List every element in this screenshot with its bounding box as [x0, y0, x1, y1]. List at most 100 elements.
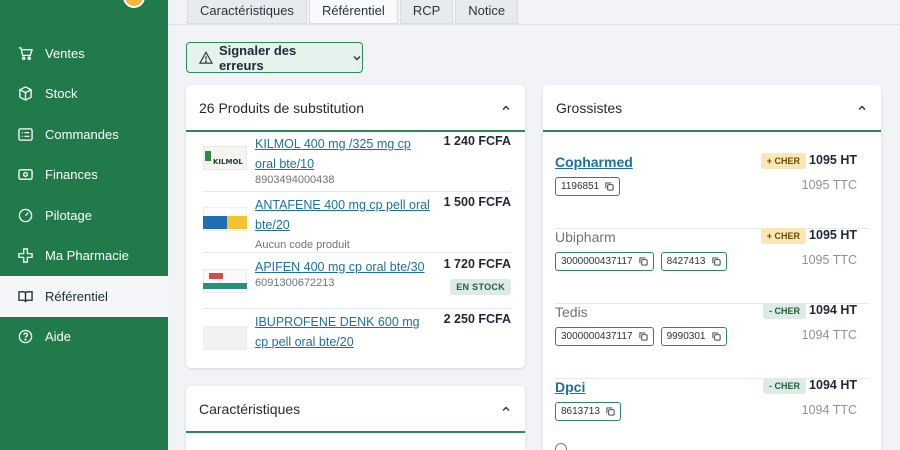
product-link[interactable]: APIFEN 400 mg cp oral bte/30 [255, 257, 435, 277]
product-price: 1 240 FCFA [443, 134, 511, 148]
sidebar: Ventes Stock Commandes Finances Pilotage [0, 0, 168, 450]
wholesaler-row-copharmed: Copharmed + CHER 1095 HT 1095 TTC 119685… [555, 153, 869, 229]
code-value: 8613713 [561, 406, 600, 417]
substitution-card-header[interactable]: 26 Produits de substitution [186, 85, 525, 132]
copy-icon [605, 182, 614, 191]
list-item: IBUPROFENE DENK 600 mg cp pell oral bte/… [203, 312, 511, 354]
price-ht: 1095 HT [809, 228, 857, 242]
report-errors-label: Signaler des erreurs [218, 42, 297, 73]
stock-badge: EN STOCK [450, 279, 511, 295]
sidebar-item-label: Pilotage [45, 207, 92, 223]
sidebar-item-label: Référentiel [45, 288, 108, 304]
copy-icon [711, 332, 721, 341]
cart-icon [18, 46, 33, 61]
substitution-list: KILMOL KILMOL 400 mg /325 mg cp oral bte… [186, 134, 525, 354]
characteristics-title: Caractéristiques [199, 400, 301, 417]
wholesaler-name-link[interactable]: Copharmed [555, 154, 633, 170]
chevron-up-icon[interactable] [501, 103, 511, 113]
sidebar-item-label: Stock [45, 86, 78, 102]
sidebar-item-referentiel[interactable]: Référentiel [0, 276, 168, 317]
product-link[interactable]: IBUPROFENE DENK 600 mg cp pell oral bte/… [255, 312, 435, 352]
list-item: APIFEN 400 mg cp oral bte/30 60913006722… [203, 257, 511, 309]
sidebar-item-label: Aide [45, 329, 72, 345]
product-link[interactable]: ANTAFENE 400 mg cp pell oral bte/20 [255, 195, 435, 235]
price-ht: 1094 HT [809, 378, 857, 392]
code-chip[interactable]: 8613713 [555, 402, 621, 421]
price-ttc: 1094 TTC [801, 328, 857, 342]
sidebar-item-ventes[interactable]: Ventes [0, 33, 168, 74]
cash-icon [18, 167, 33, 182]
copy-icon [639, 332, 648, 341]
product-price: 2 250 FCFA [443, 312, 511, 326]
wholesaler-name-link[interactable]: Dpci [555, 379, 585, 395]
wholesaler-codes: 8613713 [555, 402, 628, 421]
warning-icon [199, 50, 213, 64]
code-value: 8427413 [666, 256, 706, 267]
code-chip[interactable]: 8427413 [660, 252, 727, 271]
sidebar-item-label: Ma Pharmacie [45, 248, 129, 264]
sidebar-item-label: Finances [45, 167, 98, 183]
product-code: 8903494000438 [255, 174, 335, 186]
wholesaler-row-ubipharm: Ubipharm + CHER 1095 HT 1095 TTC 3000000… [555, 228, 869, 304]
sidebar-item-aide[interactable]: Aide [0, 317, 168, 358]
price-tag: - CHER [763, 378, 806, 394]
wholesaler-codes: 1196851 [555, 177, 627, 196]
help-icon [18, 329, 33, 344]
product-code: Aucun code produit [255, 239, 350, 251]
tab-caracteristiques[interactable]: Caractéristiques [187, 0, 307, 24]
wholesaler-codes: 3000000437117 9990301 [555, 327, 734, 346]
avatar[interactable] [123, 0, 145, 8]
substitution-card: 26 Produits de substitution KILMOL KILMO… [186, 85, 525, 368]
wholesaler-row-tedis: Tedis - CHER 1094 HT 1094 TTC 3000000437… [555, 303, 869, 379]
sidebar-item-pilotage[interactable]: Pilotage [0, 195, 168, 236]
price-tag: - CHER [763, 303, 806, 319]
box-icon [18, 86, 33, 102]
copy-icon [639, 257, 648, 266]
wholesaler-codes: 3000000437117 8427413 [555, 252, 734, 271]
product-price: 1 720 FCFA [443, 257, 511, 271]
sidebar-item-label: Commandes [45, 126, 119, 142]
code-chip[interactable]: 9990301 [660, 327, 727, 346]
tab-rcp[interactable]: RCP [399, 0, 454, 24]
book-icon [18, 289, 33, 304]
sidebar-item-finances[interactable]: Finances [0, 155, 168, 196]
tab-notice[interactable]: Notice [455, 0, 519, 24]
copy-icon [711, 257, 721, 266]
price-ttc: 1095 TTC [801, 253, 857, 267]
product-link[interactable]: KILMOL 400 mg /325 mg cp oral bte/10 [255, 134, 435, 174]
characteristics-card: Caractéristiques [186, 386, 525, 450]
chevron-up-icon[interactable] [857, 103, 867, 113]
chevron-up-icon[interactable] [501, 404, 511, 414]
cross-icon [18, 248, 33, 263]
price-ttc: 1094 TTC [801, 403, 857, 417]
list-item: ANTAFENE 400 mg cp pell oral bte/20 Aucu… [203, 195, 511, 253]
price-tag: + CHER [760, 153, 806, 169]
code-value: 9990301 [666, 331, 706, 342]
report-errors-button[interactable]: Signaler des erreurs [186, 42, 363, 73]
code-value: 3000000437117 [561, 331, 633, 342]
characteristics-card-header[interactable]: Caractéristiques [186, 386, 525, 433]
code-value: 1196851 [561, 181, 600, 192]
tab-bar: Caractéristiques Référentiel RCP Notice [187, 0, 520, 24]
code-chip[interactable]: 3000000437117 [555, 327, 654, 346]
sidebar-item-stock[interactable]: Stock [0, 74, 168, 115]
code-chip[interactable]: 1196851 [555, 177, 621, 196]
tab-referentiel[interactable]: Référentiel [308, 0, 398, 24]
sidebar-item-ma-pharmacie[interactable]: Ma Pharmacie [0, 236, 168, 277]
code-value: 3000000437117 [561, 256, 633, 267]
copy-icon [606, 407, 615, 416]
product-thumbnail [203, 326, 247, 350]
sidebar-item-label: Ventes [45, 45, 85, 61]
product-thumbnail [203, 269, 247, 293]
price-tag: + CHER [760, 228, 806, 244]
product-code: 6091300672213 [255, 277, 335, 289]
wholesalers-card-header[interactable]: Grossistes [543, 85, 881, 132]
substitution-title: 26 Produits de substitution [199, 99, 364, 116]
wholesalers-title: Grossistes [556, 99, 623, 116]
tabs-divider [168, 24, 900, 25]
info-icon [555, 443, 567, 450]
sidebar-item-commandes[interactable]: Commandes [0, 114, 168, 155]
list-icon [18, 127, 33, 142]
wholesaler-name: Ubipharm [555, 229, 616, 245]
code-chip[interactable]: 3000000437117 [555, 252, 654, 271]
